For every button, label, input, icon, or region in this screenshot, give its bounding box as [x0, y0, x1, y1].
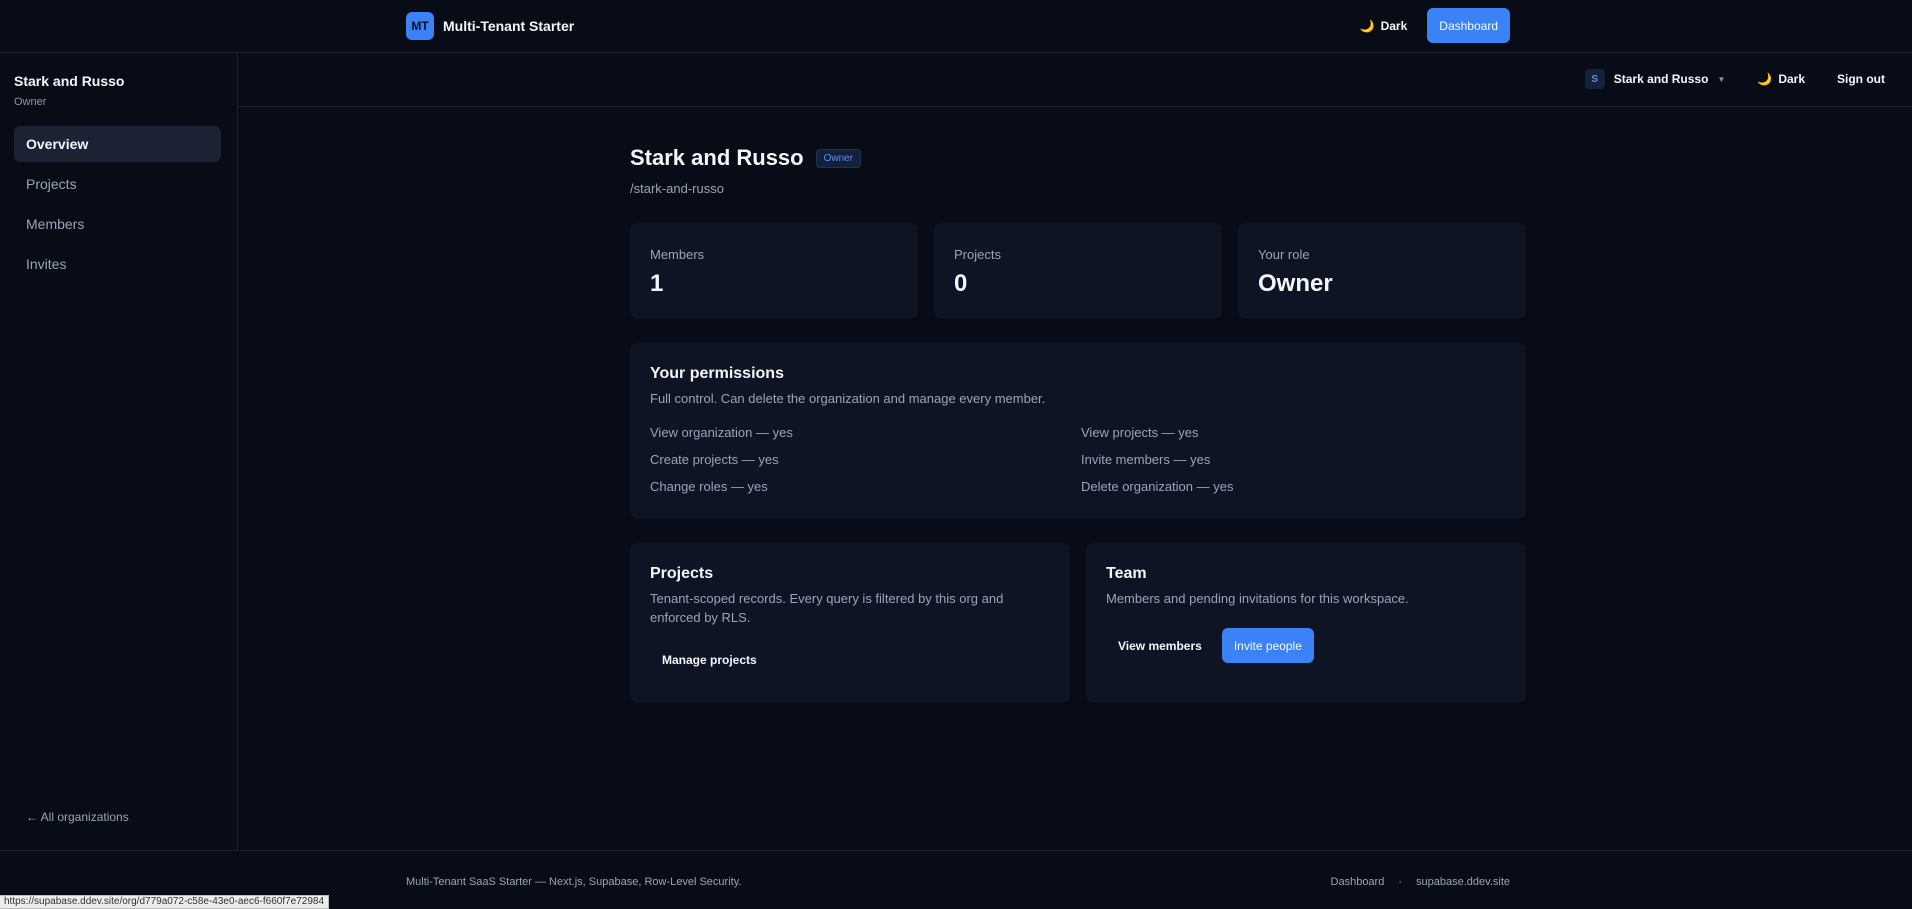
permission-item: View organization — yes	[650, 425, 793, 440]
stat-card-members: Members 1	[630, 223, 918, 319]
footer-text: Multi-Tenant SaaS Starter — Next.js, Sup…	[406, 876, 742, 888]
footer-supabase-link[interactable]: supabase.ddev.site	[1416, 876, 1510, 888]
sidebar-org-name: Stark and Russo	[14, 73, 125, 89]
invite-people-button[interactable]: Invite people	[1221, 628, 1314, 663]
sidebar-item-overview[interactable]: Overview	[14, 126, 221, 162]
view-members-button[interactable]: View members	[1106, 628, 1214, 663]
all-organizations-link[interactable]: ← All organizations	[26, 810, 129, 824]
stat-card-projects: Projects 0	[934, 223, 1222, 319]
permissions-card: Your permissions Full control. Can delet…	[630, 343, 1526, 519]
theme-toggle-button[interactable]: 🌙 Dark	[1360, 19, 1408, 33]
permissions-title: Your permissions	[650, 365, 784, 382]
moon-icon: 🌙	[1359, 18, 1375, 33]
team-card-actions: View members Invite people	[1106, 628, 1314, 663]
footer-dashboard-link[interactable]: Dashboard	[1331, 876, 1385, 888]
permissions-description: Full control. Can delete the organizatio…	[650, 391, 1046, 406]
theme-toggle-label: Dark	[1778, 72, 1805, 86]
manage-projects-button[interactable]: Manage projects	[650, 642, 769, 677]
page-title: Stark and Russo	[630, 145, 804, 170]
app-name: Multi-Tenant Starter	[443, 18, 575, 34]
stat-value: 1	[650, 270, 664, 297]
org-slug: /stark-and-russo	[630, 181, 724, 196]
projects-card: Projects Tenant-scoped records. Every qu…	[630, 543, 1070, 703]
org-switcher[interactable]: S Stark and Russo ▼	[1584, 69, 1726, 89]
sidebar-item-projects[interactable]: Projects	[14, 166, 221, 202]
sidebar-org-role: Owner	[14, 96, 47, 108]
theme-toggle-button-secondary[interactable]: 🌙 Dark	[1757, 72, 1805, 86]
chevron-down-icon: ▼	[1717, 74, 1726, 84]
browser-status-url: https://supabase.ddev.site/org/d779a072-…	[0, 895, 330, 909]
org-toolbar: S Stark and Russo ▼ 🌙 Dark Sign out	[238, 53, 1912, 107]
theme-toggle-label: Dark	[1380, 18, 1408, 33]
sidebar: Stark and Russo Owner Overview Projects …	[0, 53, 238, 850]
stat-card-role: Your role Owner	[1238, 223, 1526, 319]
team-card-description: Members and pending invitations for this…	[1106, 591, 1409, 606]
sidebar-item-members[interactable]: Members	[14, 206, 221, 242]
sidebar-nav: Overview Projects Members Invites	[14, 126, 221, 286]
team-card: Team Members and pending invitations for…	[1086, 543, 1526, 703]
org-toolbar-actions: S Stark and Russo ▼ 🌙 Dark Sign out	[1584, 69, 1885, 89]
projects-card-description: Tenant-scoped records. Every query is fi…	[650, 591, 1004, 625]
permission-item: View projects — yes	[1081, 425, 1199, 440]
brand[interactable]: MT Multi-Tenant Starter	[406, 12, 574, 40]
sign-out-button[interactable]: Sign out	[1837, 72, 1885, 86]
stat-label: Projects	[954, 247, 1001, 262]
sidebar-item-invites[interactable]: Invites	[14, 246, 221, 282]
role-badge: Owner	[815, 148, 862, 168]
permission-item: Invite members — yes	[1081, 452, 1211, 467]
org-switcher-label: Stark and Russo	[1613, 72, 1709, 86]
stat-label: Your role	[1258, 247, 1310, 262]
page-header: Stark and Russo Owner	[630, 145, 862, 171]
footer-separator: ·	[1398, 876, 1403, 888]
team-card-title: Team	[1106, 565, 1147, 582]
permissions-list: View organization — yes View projects — …	[650, 425, 1506, 497]
permission-item: Create projects — yes	[650, 452, 779, 467]
stat-label: Members	[650, 247, 705, 262]
org-avatar: S	[1584, 69, 1605, 89]
permission-item: Delete organization — yes	[1081, 479, 1234, 494]
stat-value: Owner	[1258, 270, 1333, 297]
dashboard-button[interactable]: Dashboard	[1427, 8, 1510, 43]
footer-links: Dashboard · supabase.ddev.site	[1331, 876, 1510, 888]
header-actions: 🌙 Dark Dashboard	[1360, 8, 1510, 43]
moon-icon: 🌙	[1757, 72, 1773, 86]
app-logo: MT	[406, 12, 434, 40]
stat-value: 0	[954, 270, 968, 297]
projects-card-title: Projects	[650, 565, 714, 582]
permission-item: Change roles — yes	[650, 479, 768, 494]
projects-card-actions: Manage projects	[650, 642, 769, 677]
top-header: MT Multi-Tenant Starter 🌙 Dark Dashboard	[0, 0, 1912, 53]
